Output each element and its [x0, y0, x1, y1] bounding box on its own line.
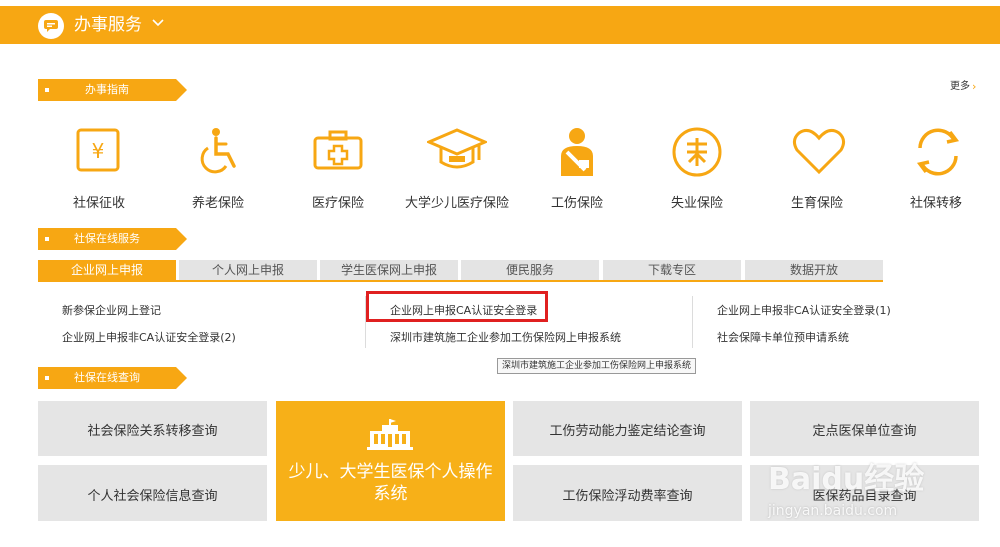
heart-icon [792, 128, 846, 175]
transfer-arrows-icon [916, 128, 960, 176]
tab-downloads[interactable]: 下载专区 [603, 260, 741, 280]
guide-item-transfer[interactable]: 社保转移 [876, 122, 996, 218]
tile-designated-medical-query[interactable]: 定点医保单位查询 [750, 401, 979, 456]
page: 办事服务 办事指南 更多 › ¥ 社保征收 养老保险 医疗保险 大学少儿医疗保险… [0, 0, 1000, 547]
tile-personal-info-query[interactable]: 个人社会保险信息查询 [38, 465, 267, 521]
injured-person-icon [561, 128, 593, 176]
medical-kit-icon [313, 130, 363, 170]
wheelchair-icon [200, 128, 236, 174]
guide-item-unemployment[interactable]: 失业保险 [637, 122, 757, 218]
guide-item-student-medical[interactable]: 大学少儿医疗保险 [397, 122, 517, 218]
chevron-right-icon[interactable]: › [972, 81, 976, 93]
tile-student-medical-system[interactable]: 少儿、大学生医保个人操作 系统 [276, 401, 505, 521]
link-column-divider [692, 296, 693, 348]
tab-open-data[interactable]: 数据开放 [745, 260, 883, 280]
link-social-card-prereg[interactable]: 社会保障卡单位预申请系统 [717, 331, 849, 345]
guide-item-medical[interactable]: 医疗保险 [278, 122, 398, 218]
link-construction-injury-system[interactable]: 深圳市建筑施工企业参加工伤保险网上申报系统 [390, 331, 621, 345]
more-link[interactable]: 更多 [950, 80, 970, 94]
chevron-down-icon[interactable] [152, 18, 164, 28]
tile-transfer-query[interactable]: 社会保险关系转移查询 [38, 401, 267, 456]
section-label-guide: 办事指南 [38, 79, 187, 101]
header-title[interactable]: 办事服务 [74, 14, 142, 36]
watermark: Baidu经验 jingyan.baidu.com [768, 462, 925, 519]
chat-icon [38, 13, 64, 39]
tab-underline [38, 280, 883, 282]
yuan-icon: ¥ [76, 128, 120, 172]
tile-floating-rate-query[interactable]: 工伤保险浮动费率查询 [513, 465, 742, 521]
link-enterprise-non-ca-login-2[interactable]: 企业网上申报非CA认证安全登录(2) [62, 331, 236, 345]
section-label-online-query: 社保在线查询 [38, 367, 187, 389]
guide-item-maternity[interactable]: 生育保险 [757, 122, 877, 218]
tile-work-ability-query[interactable]: 工伤劳动能力鉴定结论查询 [513, 401, 742, 456]
guide-item-social-levy[interactable]: ¥ 社保征收 [39, 122, 159, 218]
graduation-cap-icon [427, 128, 487, 169]
unemployment-icon [672, 127, 722, 177]
highlight-box [366, 291, 548, 322]
header-bar: 办事服务 [0, 6, 1000, 44]
tab-student-medical-online[interactable]: 学生医保网上申报 [320, 260, 458, 280]
tab-convenience-service[interactable]: 便民服务 [461, 260, 599, 280]
section-label-online-service: 社保在线服务 [38, 228, 187, 250]
link-enterprise-non-ca-login-1[interactable]: 企业网上申报非CA认证安全登录(1) [717, 304, 891, 318]
building-icon [367, 419, 413, 450]
guide-item-pension[interactable]: 养老保险 [158, 122, 278, 218]
svg-text:¥: ¥ [92, 139, 105, 163]
tab-personal-online[interactable]: 个人网上申报 [179, 260, 317, 280]
guide-item-injury[interactable]: 工伤保险 [517, 122, 637, 218]
link-new-enterprise-register[interactable]: 新参保企业网上登记 [62, 304, 161, 318]
tab-enterprise-online[interactable]: 企业网上申报 [38, 260, 176, 280]
tooltip: 深圳市建筑施工企业参加工伤保险网上申报系统 [497, 358, 697, 374]
